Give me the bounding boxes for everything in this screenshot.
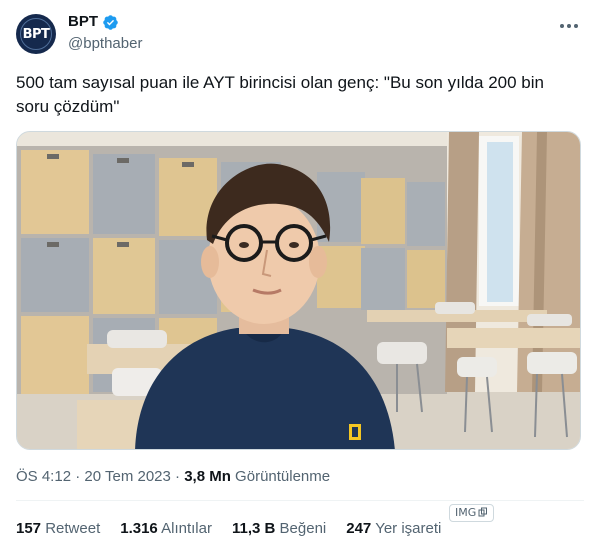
author-names: BPT @bpthaber bbox=[68, 12, 142, 54]
views-label: Görüntülenme bbox=[230, 468, 331, 485]
verified-badge-icon[interactable] bbox=[102, 14, 119, 31]
tweet-header: BPT BPT @bpthaber bbox=[16, 12, 584, 56]
tweet-stats: 157 Retweet 1.316 Alıntılar 11,3 B Beğen… bbox=[16, 519, 441, 539]
tweet-time[interactable]: ÖS 4:12 bbox=[16, 468, 71, 485]
copy-icon bbox=[478, 507, 488, 517]
author-display-name-row[interactable]: BPT bbox=[68, 12, 142, 32]
stat-label: Alıntılar bbox=[161, 520, 212, 537]
meta-separator: · bbox=[170, 468, 185, 485]
tweet-meta: ÖS 4:12 · 20 Tem 2023 · 3,8 Mn Görüntüle… bbox=[16, 467, 330, 487]
stat-retweets[interactable]: 157 Retweet bbox=[16, 519, 100, 539]
meta-separator: · bbox=[71, 468, 85, 485]
img-badge-label: IMG bbox=[455, 506, 477, 519]
more-options-icon[interactable] bbox=[558, 16, 580, 36]
author-handle[interactable]: @bpthaber bbox=[68, 34, 142, 54]
views-count: 3,8 Mn bbox=[184, 468, 231, 485]
stat-number: 11,3 B bbox=[231, 520, 276, 537]
stat-label: Beğeni bbox=[279, 520, 327, 537]
stat-label: Retweet bbox=[45, 520, 101, 537]
stat-label: Yer işareti bbox=[375, 520, 442, 537]
avatar-ring bbox=[20, 18, 52, 50]
stat-bookmarks[interactable]: 247 Yer işareti bbox=[346, 519, 441, 539]
tweet-text: 500 tam sayısal puan ile AYT birincisi o… bbox=[16, 73, 544, 116]
stat-number: 157 bbox=[16, 520, 42, 537]
author-display-name[interactable]: BPT bbox=[68, 12, 98, 32]
stat-likes[interactable]: 11,3 B Beğeni bbox=[232, 519, 326, 539]
img-badge: IMG bbox=[449, 504, 495, 522]
tweet-date[interactable]: 20 Tem 2023 bbox=[84, 468, 170, 485]
stat-number: 1.316 bbox=[120, 520, 158, 537]
stat-number: 247 bbox=[346, 520, 372, 537]
divider bbox=[16, 500, 584, 501]
avatar[interactable]: BPT bbox=[16, 14, 56, 54]
tweet-photo[interactable] bbox=[16, 131, 581, 450]
stat-quotes[interactable]: 1.316 Alıntılar bbox=[120, 519, 212, 539]
